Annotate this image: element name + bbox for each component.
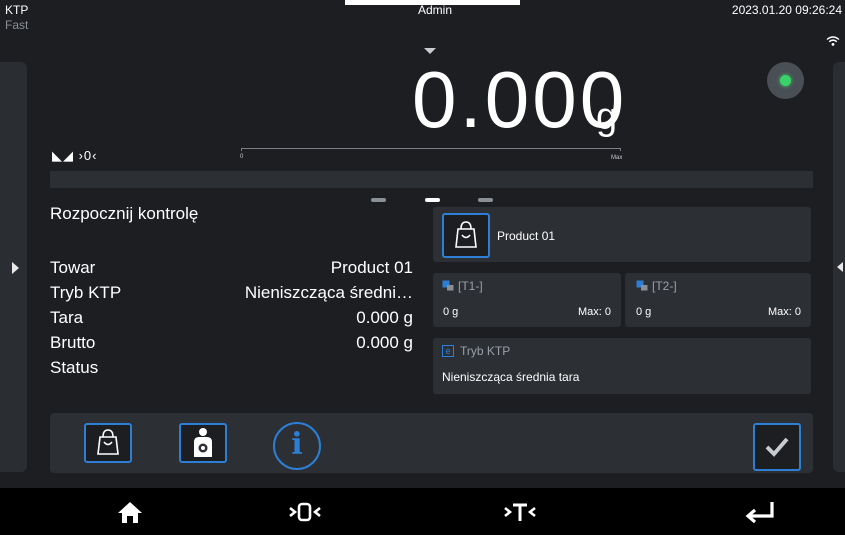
threshold-t2-max: Max: 0 (767, 306, 801, 318)
home-button[interactable] (100, 493, 160, 531)
checkmark-icon (765, 437, 789, 457)
threshold-t2-icon (636, 280, 648, 291)
ktp-mode-icon: e (442, 345, 454, 357)
action-bar (50, 413, 813, 473)
tare-icon (504, 503, 536, 521)
threshold-t1-label: [T1-] (458, 279, 483, 293)
ktp-mode-label: Tryb KTP (50, 283, 122, 302)
ktp-mode-value: Nieniszcząca średni… (244, 283, 413, 302)
info-button[interactable]: i (273, 422, 321, 470)
weight-readout: 0.000 (412, 55, 628, 144)
shopping-bag-icon (97, 429, 119, 455)
wifi-icon (826, 36, 840, 46)
confirm-button[interactable] (753, 423, 801, 471)
working-mode: KTP (5, 3, 29, 17)
weight-unit[interactable]: g (596, 96, 617, 139)
threshold-t2-value: 0 g (636, 306, 652, 318)
start-control-title[interactable]: Rozpocznij kontrolę (50, 204, 198, 224)
separator-strip (50, 171, 813, 188)
threshold-t1-max: Max: 0 (577, 306, 611, 318)
ktp-mode-widget-value: Nieniszcząca średnia tara (442, 370, 580, 384)
tare-button[interactable] (490, 493, 550, 531)
bargraph-max: Max (611, 155, 623, 161)
product-button[interactable] (84, 423, 132, 463)
operator-settings-icon (194, 428, 212, 457)
home-icon (118, 502, 142, 523)
threshold-t1-icon (442, 280, 454, 291)
threshold-t1-value: 0 g (443, 306, 459, 318)
page-dot-3[interactable] (478, 198, 493, 202)
product-label: Towar (50, 258, 96, 277)
tare-value: 0.000 g (356, 308, 413, 327)
product-name: Product 01 (497, 229, 556, 243)
tare-label: Tara (50, 308, 84, 327)
filter-speed: Fast (5, 18, 29, 32)
threshold-t2-label: [T2-] (652, 279, 677, 293)
bargraph-min: 0 (240, 154, 244, 160)
ktp-mode-widget-label: Tryb KTP (460, 344, 511, 358)
shopping-bag-icon (455, 221, 477, 248)
gross-label: Brutto (50, 333, 96, 352)
stability-led-icon (780, 75, 791, 86)
pointer-arrow-icon (424, 48, 436, 54)
status-label: Status (50, 358, 99, 377)
enter-button[interactable] (730, 493, 790, 531)
gross-value: 0.000 g (356, 333, 413, 352)
page-dot-2[interactable] (425, 198, 440, 202)
product-value: Product 01 (330, 258, 413, 277)
date-time: 2023.01.20 09:26:24 (731, 3, 842, 17)
operator-settings-button[interactable] (179, 423, 227, 463)
chevron-right-icon (12, 262, 19, 274)
logged-user[interactable]: Admin (400, 3, 470, 17)
zero-icon (289, 502, 321, 522)
zero-button[interactable] (275, 493, 335, 531)
enter-icon (745, 502, 774, 524)
chevron-left-icon (837, 262, 843, 272)
page-dot-1[interactable] (371, 198, 386, 202)
product-select-button[interactable] (442, 213, 490, 258)
bargraph (241, 148, 621, 151)
stability-markers: ◣◢ ›0‹ (52, 148, 98, 163)
